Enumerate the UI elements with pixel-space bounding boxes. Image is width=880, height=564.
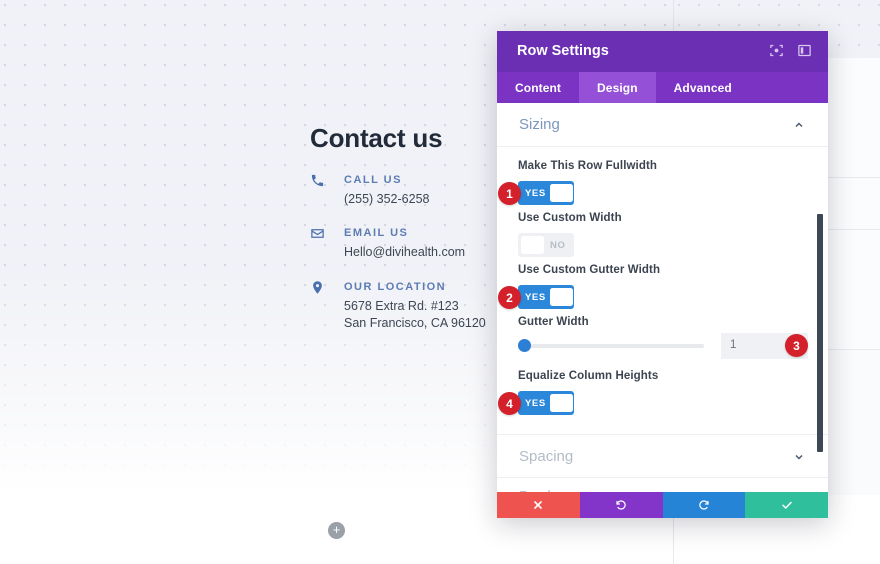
tab-design[interactable]: Design — [579, 72, 656, 103]
field-label-make-row-fullwidth: Make This Row Fullwidth — [518, 160, 658, 172]
toggle-make-row-fullwidth[interactable]: YES — [518, 181, 574, 205]
modal-scrollbar[interactable] — [817, 214, 823, 452]
section-header-border[interactable]: Border — [497, 475, 828, 492]
add-row-button[interactable]: + — [328, 522, 345, 539]
row-settings-modal: Row Settings Content Design Advanced Siz… — [497, 31, 828, 518]
screen: dress Contact us CALL US (255) 352-6258 … — [0, 0, 880, 564]
toggle-use-custom-width[interactable]: NO — [518, 233, 574, 257]
toggle-knob — [549, 184, 573, 202]
contact-label-our-location: OUR LOCATION — [344, 281, 447, 293]
contact-value-phone: (255) 352-6258 — [344, 192, 430, 206]
section-title-spacing: Spacing — [519, 448, 574, 465]
toggle-knob — [549, 394, 573, 412]
page-title: Contact us — [310, 123, 443, 153]
modal-title: Row Settings — [517, 43, 609, 59]
tab-advanced[interactable]: Advanced — [656, 72, 750, 103]
contact-value-address-line-1: 5678 Extra Rd. #123 — [344, 299, 459, 313]
field-label-equalize-column-heights: Equalize Column Heights — [518, 370, 659, 382]
badge-2: 2 — [498, 286, 521, 309]
modal-body: Sizing Make This Row Fullwidth YES 1 Use… — [497, 103, 828, 492]
toggle-knob — [521, 236, 544, 254]
focus-icon[interactable] — [769, 43, 786, 60]
toggle-equalize-column-heights[interactable]: YES — [518, 391, 574, 415]
section-header-spacing[interactable]: Spacing — [497, 434, 828, 478]
panel-toggle-icon[interactable] — [797, 43, 814, 60]
redo-button[interactable] — [662, 492, 746, 518]
undo-button[interactable] — [579, 492, 663, 518]
phone-icon — [310, 173, 328, 191]
section-title-sizing: Sizing — [519, 116, 560, 133]
gutter-width-value: 1 — [730, 339, 737, 351]
contact-label-email-us: EMAIL US — [344, 227, 409, 239]
modal-action-bar — [497, 492, 828, 518]
gutter-width-slider[interactable] — [518, 339, 704, 353]
modal-tabbar: Content Design Advanced — [497, 72, 828, 103]
envelope-icon — [310, 226, 328, 244]
map-pin-icon — [310, 280, 328, 298]
badge-3: 3 — [785, 334, 808, 357]
modal-header: Row Settings — [497, 31, 828, 72]
field-label-gutter-width: Gutter Width — [518, 316, 589, 328]
badge-4: 4 — [498, 392, 521, 415]
slider-thumb[interactable] — [518, 339, 531, 352]
field-label-use-custom-gutter-width: Use Custom Gutter Width — [518, 264, 661, 276]
tab-content[interactable]: Content — [497, 72, 579, 103]
toggle-knob — [549, 288, 573, 306]
save-button[interactable] — [745, 492, 828, 518]
toggle-use-custom-gutter-width[interactable]: YES — [518, 285, 574, 309]
section-header-sizing[interactable]: Sizing — [497, 103, 828, 147]
toggle-value-make-row-fullwidth: YES — [525, 187, 546, 199]
cancel-button[interactable] — [497, 492, 580, 518]
contact-value-email: Hello@divihealth.com — [344, 245, 466, 259]
toggle-value-use-custom-width: NO — [550, 239, 566, 251]
badge-1: 1 — [498, 182, 521, 205]
chevron-down-icon[interactable] — [793, 451, 805, 463]
contact-value-address-line-2: San Francisco, CA 96120 — [344, 316, 486, 330]
toggle-value-equalize-column-heights: YES — [525, 397, 546, 409]
contact-label-call-us: CALL US — [344, 174, 402, 186]
chevron-up-icon[interactable] — [793, 119, 805, 131]
slider-track — [518, 344, 704, 348]
field-label-use-custom-width: Use Custom Width — [518, 212, 622, 224]
toggle-value-use-custom-gutter-width: YES — [525, 291, 546, 303]
